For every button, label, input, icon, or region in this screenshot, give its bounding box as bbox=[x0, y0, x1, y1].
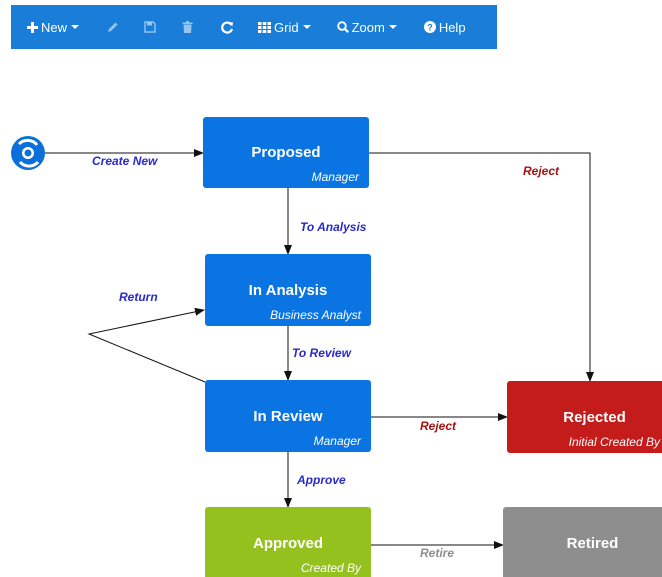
edge-label-to-analysis: To Analysis bbox=[300, 220, 367, 234]
start-icon[interactable] bbox=[11, 136, 45, 170]
edge-label-reject: Reject bbox=[523, 164, 560, 178]
state-node-retired[interactable]: Retired bbox=[503, 507, 662, 577]
state-node-proposed[interactable]: Proposed Manager bbox=[203, 117, 369, 188]
connector-reject-proposed[interactable] bbox=[369, 152, 594, 382]
edge-label-create-new: Create New bbox=[92, 154, 158, 168]
edge-label-approve: Approve bbox=[297, 473, 346, 487]
state-role: Manager bbox=[311, 170, 359, 184]
state-role: Created By bbox=[300, 561, 361, 575]
state-node-in-review[interactable]: In Review Manager bbox=[205, 380, 371, 452]
connector-return[interactable] bbox=[87, 307, 206, 383]
edge-label-to-review: To Review bbox=[292, 346, 351, 360]
state-name: Retired bbox=[566, 535, 619, 552]
state-role: Initial Created By bbox=[568, 435, 660, 449]
state-role: Business Analyst bbox=[270, 308, 361, 322]
state-node-approved[interactable]: Approved Created By bbox=[205, 507, 371, 577]
state-name: Rejected bbox=[563, 409, 626, 426]
state-node-in-analysis[interactable]: In Analysis Business Analyst bbox=[205, 254, 371, 326]
state-name: Approved bbox=[252, 535, 323, 552]
edge-label-return: Return bbox=[119, 290, 158, 304]
edge-label-retire: Retire bbox=[420, 546, 455, 560]
state-name: In Review bbox=[253, 408, 323, 425]
state-node-rejected[interactable]: Rejected Initial Created By bbox=[507, 381, 662, 453]
state-role: Manager bbox=[313, 434, 361, 448]
state-name: Proposed bbox=[251, 144, 321, 161]
edge-label-reject: Reject bbox=[420, 419, 457, 433]
state-name: In Analysis bbox=[248, 282, 328, 299]
